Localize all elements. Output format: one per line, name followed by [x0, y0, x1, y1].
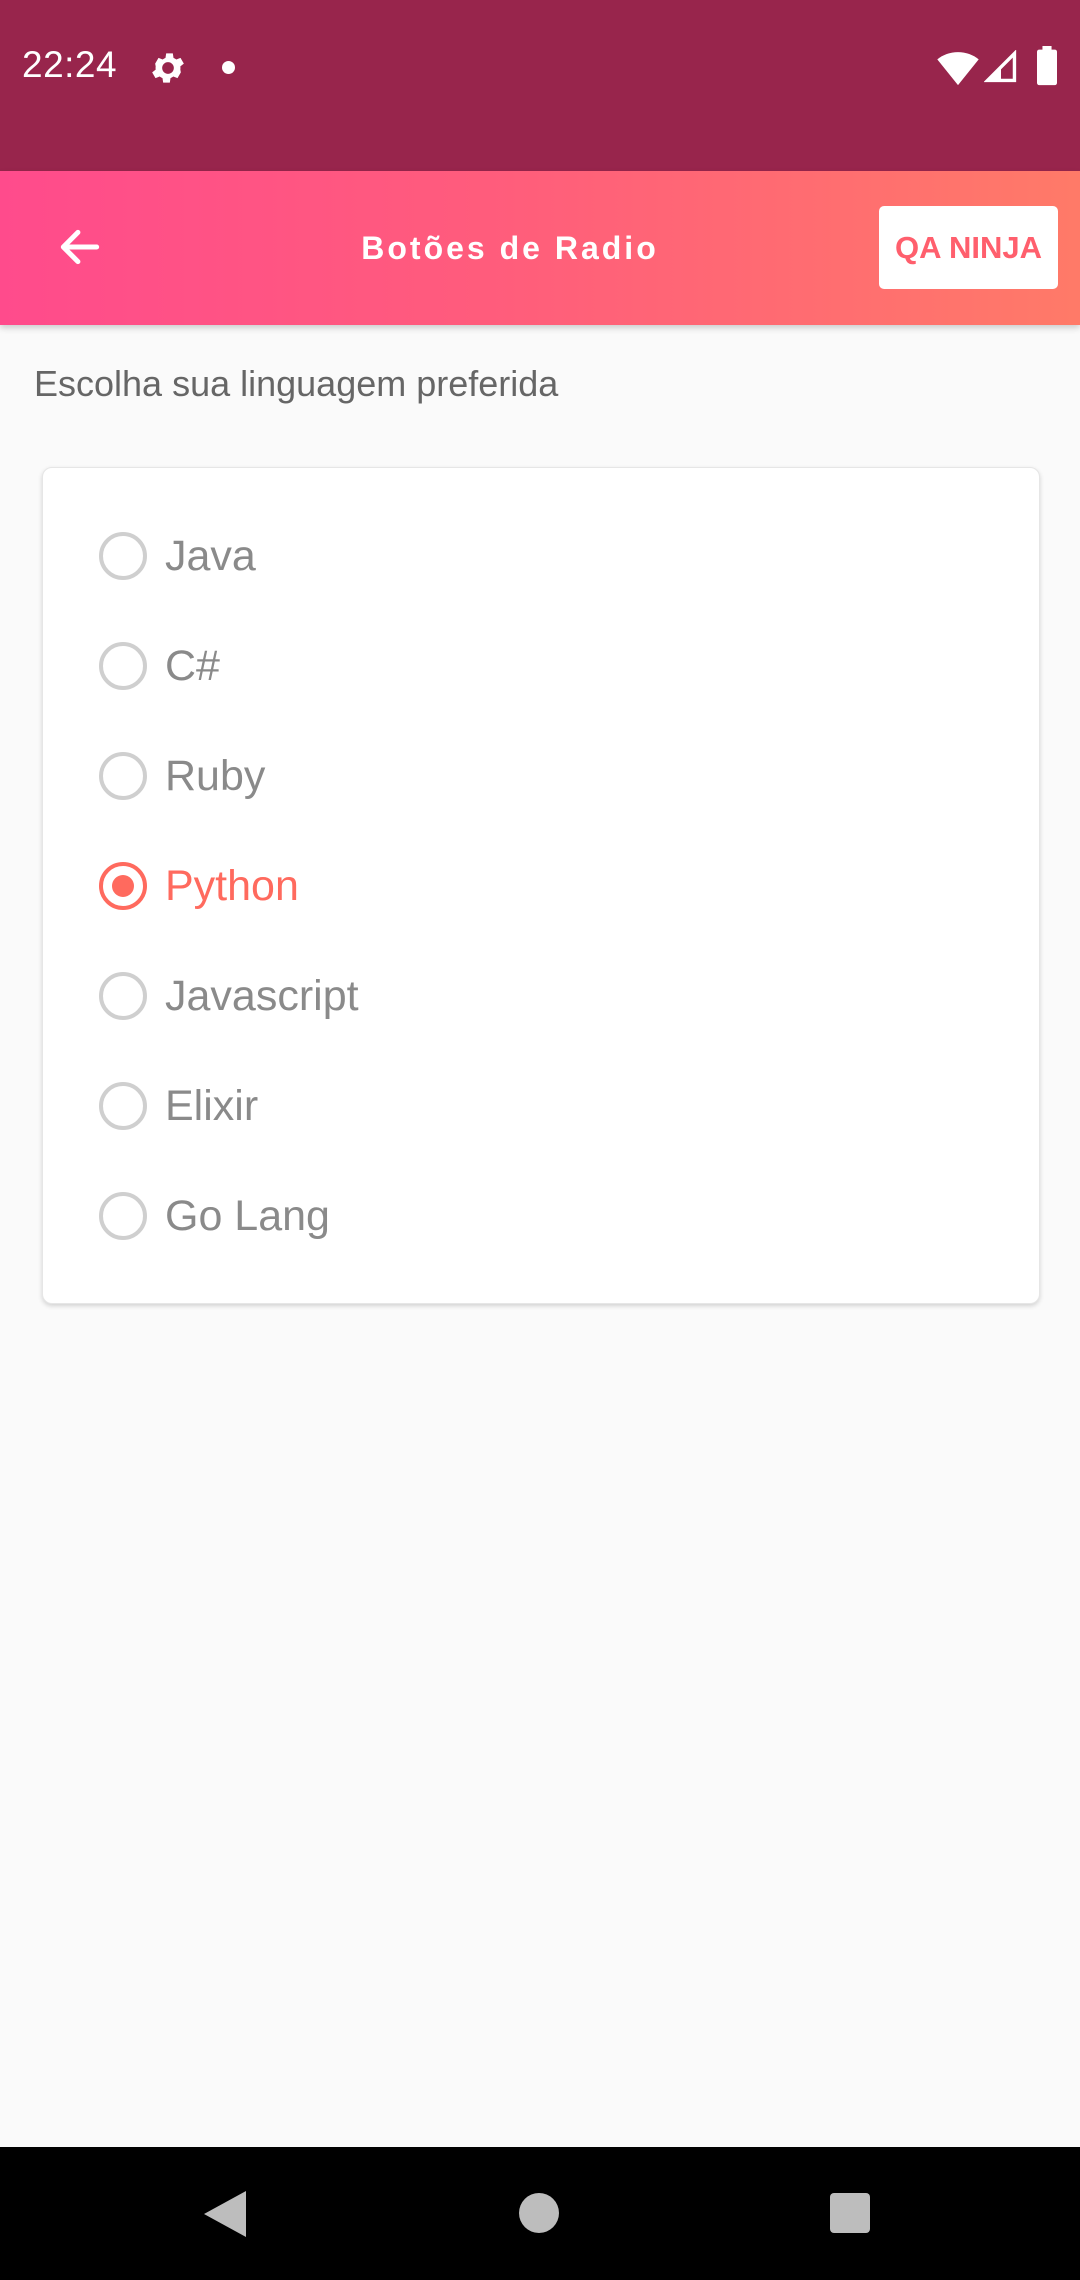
nav-recents-icon[interactable]	[830, 2193, 870, 2233]
radio-option-ruby[interactable]: Ruby	[99, 736, 265, 816]
radio-label: Ruby	[165, 751, 266, 800]
battery-icon	[1037, 46, 1057, 86]
radio-label: Elixir	[165, 1081, 259, 1130]
radio-button-icon	[99, 862, 147, 910]
radio-label: Python	[165, 861, 299, 910]
navigation-bar	[0, 2147, 1080, 2280]
status-bar: 22:24	[0, 0, 1080, 171]
app-bar: Botões de Radio QA NINJA	[0, 171, 1080, 325]
radio-button-icon	[99, 642, 147, 690]
cellular-signal-icon	[984, 50, 1017, 83]
question-label: Escolha sua linguagem preferida	[34, 363, 559, 404]
radio-option-python[interactable]: Python	[99, 846, 299, 926]
radio-label: Javascript	[165, 971, 359, 1020]
radio-option-golang[interactable]: Go Lang	[99, 1176, 330, 1256]
radio-option-java[interactable]: Java	[99, 516, 256, 596]
nav-home-icon[interactable]	[519, 2193, 559, 2233]
radio-button-icon	[99, 752, 147, 800]
nav-back-icon[interactable]	[202, 2189, 248, 2239]
radio-label: Java	[165, 531, 256, 580]
status-time: 22:24	[22, 44, 118, 85]
page-title: Botões de Radio	[361, 229, 659, 266]
wifi-icon	[937, 52, 979, 86]
qa-ninja-button[interactable]: QA NINJA	[879, 206, 1058, 289]
gear-icon	[152, 53, 184, 83]
radio-group-card: Java C# Ruby Python Javascript Elixir Go…	[42, 467, 1040, 1304]
radio-button-icon	[99, 1082, 147, 1130]
radio-option-csharp[interactable]: C#	[99, 626, 220, 706]
arrow-back-icon	[60, 229, 100, 265]
radio-button-icon	[99, 1192, 147, 1240]
radio-label: C#	[165, 641, 220, 690]
radio-option-elixir[interactable]: Elixir	[99, 1066, 258, 1146]
back-button[interactable]	[40, 207, 120, 287]
radio-button-icon	[99, 532, 147, 580]
notification-dot-icon	[222, 61, 235, 74]
radio-button-icon	[99, 972, 147, 1020]
radio-option-javascript[interactable]: Javascript	[99, 956, 359, 1036]
radio-label: Go Lang	[165, 1191, 330, 1240]
